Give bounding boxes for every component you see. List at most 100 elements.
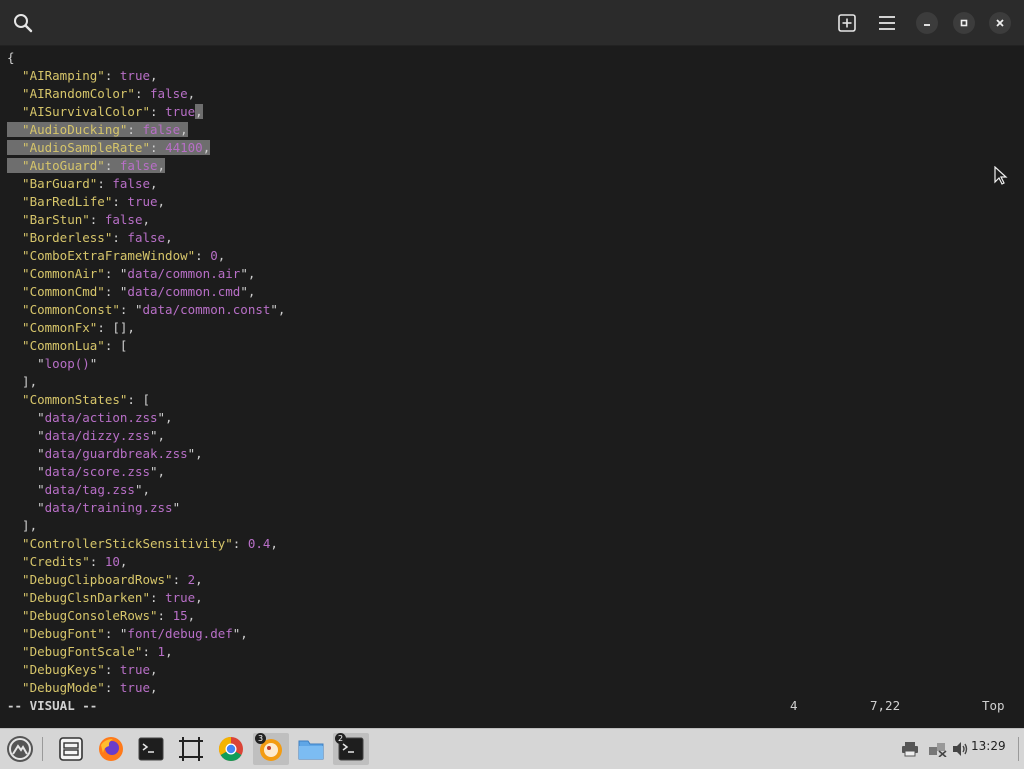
terminal-button[interactable] [133,733,169,765]
chrome-icon [218,737,243,762]
network-tray-button[interactable] [926,737,948,761]
maximize-button[interactable] [953,12,975,34]
minimize-button[interactable] [916,12,938,34]
code-line[interactable]: "DebugClsnDarken": true, [7,589,285,607]
json-value: true [119,662,151,677]
json-key: "BarGuard" [7,176,98,191]
code-line[interactable]: "CommonFx": [], [7,319,285,337]
json-punctuation: , [150,176,158,191]
active-terminal-button[interactable]: 2 [333,733,369,765]
code-line[interactable]: "BarGuard": false, [7,175,285,193]
printer-icon [902,742,918,757]
code-line[interactable]: "CommonLua": [ [7,337,285,355]
json-value: data/common.air [127,266,241,281]
json-punctuation: : " [104,284,128,299]
json-key: "ComboExtraFrameWindow" [7,248,196,263]
terminal-editor[interactable]: { "AIRamping": true, "AIRandomColor": fa… [0,46,1024,728]
code-line[interactable]: "data/dizzy.zss", [7,427,285,445]
code-line[interactable]: "AIRamping": true, [7,67,285,85]
code-line[interactable]: "data/score.zss", [7,463,285,481]
json-value: data/common.cmd [127,284,241,299]
json-value: false [127,230,166,245]
json-key: "AISurvivalColor" [7,104,150,119]
code-line[interactable]: "data/tag.zss", [7,481,285,499]
code-line[interactable]: "BarRedLife": true, [7,193,285,211]
file-manager-button[interactable] [53,733,89,765]
json-punctuation: , [195,572,203,587]
code-line[interactable]: "CommonAir": "data/common.air", [7,265,285,283]
code-line[interactable]: "ComboExtraFrameWindow": 0, [7,247,285,265]
screenshot-tool-button[interactable] [173,733,209,765]
files-folder-icon [298,740,324,760]
orange-app-button[interactable]: 3 [253,733,289,765]
volume-tray-button[interactable] [950,737,970,761]
json-punctuation: : " [119,302,143,317]
json-value: data/tag.zss [44,482,135,497]
json-value: true [127,194,158,209]
json-punctuation: ], [7,374,38,389]
code-line[interactable]: "DebugFont": "font/debug.def", [7,625,285,643]
json-punctuation: : " [104,626,128,641]
json-punctuation: " [7,410,45,425]
json-punctuation: " [7,482,45,497]
json-punctuation: , [142,212,151,227]
code-line[interactable]: "CommonStates": [ [7,391,285,409]
json-punctuation: , [187,86,196,101]
json-key: "BarStun" [7,212,90,227]
code-line[interactable]: "DebugClipboardRows": 2, [7,571,285,589]
json-punctuation: : [112,194,128,209]
search-button[interactable] [8,0,38,45]
taskbar-clock[interactable]: 13:29 [971,739,1006,753]
code-line[interactable]: "Credits": 10, [7,553,285,571]
menu-button[interactable] [872,0,902,45]
json-value: data/score.zss [44,464,150,479]
code-line[interactable]: { [7,49,285,67]
json-punctuation: : [ [104,338,128,353]
code-line[interactable]: "DebugFontScale": 1, [7,643,285,661]
json-punctuation: : " [104,266,128,281]
launcher-button[interactable] [2,733,38,765]
printer-tray-button[interactable] [900,737,920,761]
code-line[interactable]: "data/training.zss" [7,499,285,517]
chrome-button[interactable] [213,733,249,765]
code-line[interactable]: "AudioSampleRate": 44100, [7,139,285,157]
scroll-indicator: Top [982,698,1005,713]
code-line[interactable]: "data/guardbreak.zss", [7,445,285,463]
json-value: data/action.zss [44,410,158,425]
json-punctuation: , [202,140,211,155]
code-line[interactable]: "CommonCmd": "data/common.cmd", [7,283,285,301]
code-line[interactable]: "ControllerStickSensitivity": 0.4, [7,535,285,553]
terminal-header-bar [0,0,1024,46]
code-line[interactable]: "data/action.zss", [7,409,285,427]
code-line[interactable]: "DebugKeys": true, [7,661,285,679]
code-line[interactable]: "AIRandomColor": false, [7,85,285,103]
code-line[interactable]: ], [7,373,285,391]
json-key: "CommonStates" [7,392,128,407]
json-value: 1 [157,644,166,659]
json-key: "DebugConsoleRows" [7,608,158,623]
code-line[interactable]: "CommonConst": "data/common.const", [7,301,285,319]
json-key: "AutoGuard" [7,158,105,173]
close-icon [996,19,1004,27]
code-line[interactable]: "BarStun": false, [7,211,285,229]
network-icon [929,743,947,757]
firefox-button[interactable] [93,733,129,765]
editor-text-area[interactable]: { "AIRamping": true, "AIRandomColor": fa… [7,49,285,697]
json-punctuation: { [7,50,15,65]
close-button[interactable] [989,12,1011,34]
code-line[interactable]: "Borderless": false, [7,229,285,247]
json-punctuation: : [104,68,120,83]
code-line[interactable]: "AISurvivalColor": true, [7,103,285,121]
json-key: "CommonConst" [7,302,120,317]
code-line[interactable]: "AutoGuard": false, [7,157,285,175]
json-punctuation: : [195,248,211,263]
code-line[interactable]: ], [7,517,285,535]
files-button[interactable] [293,733,329,765]
code-line[interactable]: "AudioDucking": false, [7,121,285,139]
new-tab-button[interactable] [832,0,862,45]
json-punctuation: , [150,680,158,695]
code-line[interactable]: "DebugMode": true, [7,679,285,697]
code-line[interactable]: "loop()" [7,355,285,373]
code-line[interactable]: "DebugConsoleRows": 15, [7,607,285,625]
json-key: "AIRandomColor" [7,86,135,101]
